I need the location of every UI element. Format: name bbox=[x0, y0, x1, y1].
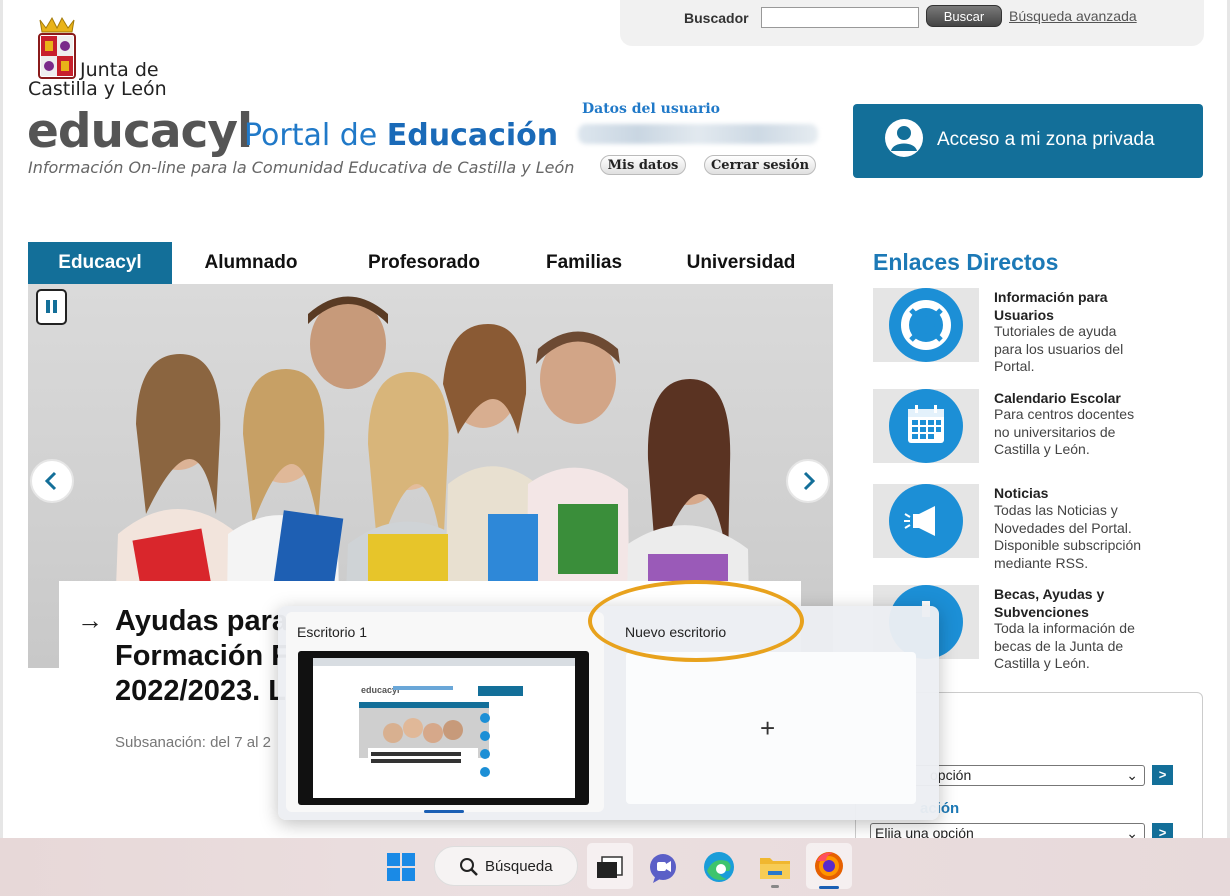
my-data-button[interactable]: Mis datos bbox=[600, 155, 686, 175]
nav-tab-universidad[interactable]: Universidad bbox=[670, 242, 812, 284]
search-input[interactable] bbox=[761, 7, 919, 28]
link-title-news[interactable]: Noticias bbox=[994, 484, 1154, 502]
private-zone-label: Acceso a mi zona privada bbox=[937, 129, 1155, 150]
megaphone-icon bbox=[889, 484, 963, 558]
file-explorer-icon[interactable] bbox=[755, 847, 795, 887]
portal-title: Portal de Educación bbox=[244, 118, 558, 153]
desktop-1-thumbnail[interactable]: educacyl bbox=[298, 651, 589, 805]
arrow-right-icon: → bbox=[77, 605, 103, 635]
chevron-left-icon bbox=[44, 471, 57, 491]
link-desc-info: Tutoriales de ayuda para los usuarios de… bbox=[994, 323, 1124, 375]
firefox-active-indicator bbox=[819, 886, 839, 889]
portal-bold: Educación bbox=[386, 118, 559, 153]
search-label: Buscador bbox=[684, 10, 749, 26]
link-title-grants[interactable]: Becas, Ayudas y Subvenciones bbox=[994, 585, 1124, 621]
logout-button[interactable]: Cerrar sesión bbox=[704, 155, 816, 175]
edge-browser-icon[interactable] bbox=[699, 847, 739, 887]
link-thumb-news[interactable] bbox=[873, 484, 979, 558]
task-view-icon[interactable] bbox=[587, 843, 633, 889]
search-button[interactable]: Buscar bbox=[926, 5, 1002, 27]
tagline: Información On-line para la Comunidad Ed… bbox=[28, 158, 575, 177]
teams-chat-icon[interactable] bbox=[643, 847, 683, 887]
windows-start-icon[interactable] bbox=[381, 847, 421, 887]
slider-caption-title[interactable]: Ayudas para Formación F 2022/2023. L bbox=[115, 604, 295, 709]
chevron-down-icon: ⌄ bbox=[1126, 767, 1138, 783]
link-thumb-info[interactable] bbox=[873, 288, 979, 362]
slider-pause-button[interactable] bbox=[36, 289, 67, 325]
slider-prev-button[interactable] bbox=[30, 459, 74, 503]
nav-tab-profesorado[interactable]: Profesorado bbox=[344, 242, 504, 284]
educacyl-logo[interactable]: educacyl bbox=[27, 104, 253, 159]
user-name-blurred bbox=[578, 124, 818, 144]
user-avatar-icon bbox=[885, 119, 923, 157]
advanced-search-link[interactable]: Búsqueda avanzada bbox=[1009, 8, 1137, 24]
desktop-1-label: Escritorio 1 bbox=[297, 624, 368, 640]
firefox-icon[interactable] bbox=[806, 843, 852, 889]
link-title-calendar[interactable]: Calendario Escolar bbox=[994, 389, 1154, 407]
direct-links-title: Enlaces Directos bbox=[873, 249, 1059, 275]
user-data-title: Datos del usuario bbox=[582, 101, 721, 117]
active-desktop-indicator bbox=[424, 810, 464, 813]
link-desc-grants: Toda la información de becas de la Junta… bbox=[994, 620, 1135, 672]
side-go-button-1[interactable]: > bbox=[1152, 765, 1173, 785]
link-desc-calendar: Para centros docentes no universitarios … bbox=[994, 406, 1135, 458]
chevron-right-icon bbox=[803, 471, 816, 491]
desktop-1-mini-screen: educacyl bbox=[313, 658, 575, 798]
nav-tab-familias[interactable]: Familias bbox=[520, 242, 648, 284]
slider-next-button[interactable] bbox=[786, 459, 830, 503]
plus-icon: + bbox=[760, 713, 776, 743]
slider-caption-subtitle: Subsanación: del 7 al 2 bbox=[115, 734, 271, 751]
explorer-running-indicator bbox=[771, 885, 779, 888]
link-title-info[interactable]: Información para Usuarios bbox=[994, 288, 1124, 324]
taskbar-search-label: Búsqueda bbox=[485, 858, 553, 875]
nav-tab-educacyl[interactable]: Educacyl bbox=[28, 242, 172, 284]
calendar-icon bbox=[889, 389, 963, 463]
highlight-annotation bbox=[588, 580, 804, 662]
nav-tab-alumnado[interactable]: Alumnado bbox=[180, 242, 322, 284]
junta-line-2: Castilla y León bbox=[28, 78, 167, 100]
junta-logo-text: Junta de Castilla y León bbox=[28, 61, 167, 99]
portal-prefix: Portal de bbox=[244, 118, 387, 153]
link-thumb-calendar[interactable] bbox=[873, 389, 979, 463]
search-icon bbox=[458, 856, 480, 883]
link-desc-news: Todas las Noticias y Novedades del Porta… bbox=[994, 502, 1142, 571]
lifebuoy-icon bbox=[889, 288, 963, 362]
